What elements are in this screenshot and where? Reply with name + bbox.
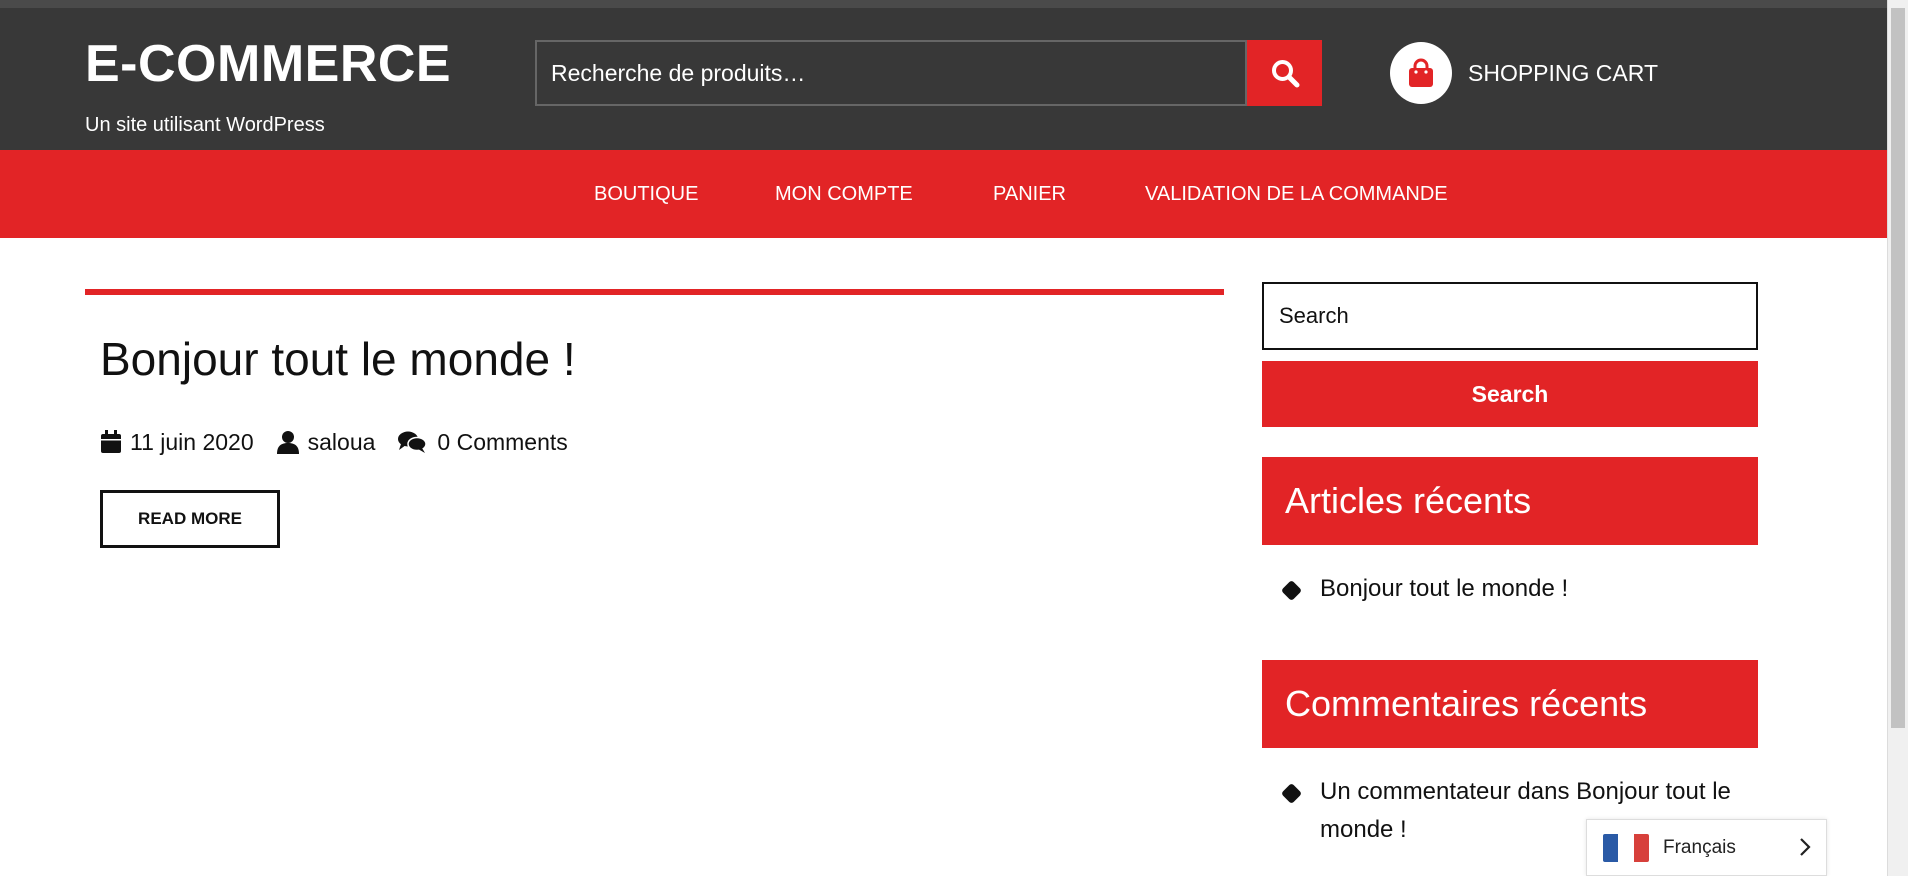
recent-posts-title: Articles récents bbox=[1262, 457, 1758, 545]
calendar-icon bbox=[101, 430, 121, 453]
scrollbar-thumb[interactable] bbox=[1891, 8, 1905, 728]
search-icon bbox=[1271, 60, 1299, 88]
page-scrollbar[interactable] bbox=[1887, 0, 1908, 876]
post-author-text: saloua bbox=[307, 428, 376, 455]
shopping-bag-icon bbox=[1409, 58, 1433, 87]
cart-label: SHOPPING CART bbox=[1468, 59, 1658, 86]
recent-comments-title: Commentaires récents bbox=[1262, 660, 1758, 748]
post-date-text: 11 juin 2020 bbox=[130, 428, 254, 455]
product-search-input[interactable] bbox=[535, 40, 1247, 106]
recent-post-link[interactable]: Bonjour tout le monde ! bbox=[1320, 570, 1734, 608]
cart-badge bbox=[1390, 42, 1452, 104]
chevron-right-icon bbox=[1800, 838, 1811, 856]
post-comments-text: 0 Comments bbox=[437, 428, 568, 455]
product-search-button[interactable] bbox=[1247, 40, 1322, 106]
user-icon bbox=[276, 431, 299, 454]
site-header: E-COMMERCE Un site utilisant WordPress S… bbox=[0, 0, 1887, 150]
recent-post-item: Bonjour tout le monde ! bbox=[1280, 570, 1734, 608]
comments-icon bbox=[398, 431, 428, 453]
nav-item-validation-commande[interactable]: VALIDATION DE LA COMMANDE bbox=[1145, 150, 1448, 238]
site-title[interactable]: E-COMMERCE bbox=[85, 34, 451, 94]
product-search bbox=[535, 40, 1322, 106]
post-author[interactable]: saloua bbox=[276, 428, 376, 456]
france-flag-icon bbox=[1603, 833, 1649, 862]
main-navigation: BOUTIQUE MON COMPTE PANIER VALIDATION DE… bbox=[0, 150, 1887, 238]
sidebar-search-input[interactable] bbox=[1262, 282, 1758, 350]
post-divider bbox=[85, 289, 1224, 295]
read-more-button[interactable]: READ MORE bbox=[100, 490, 280, 548]
shopping-cart-link[interactable]: SHOPPING CART bbox=[1390, 40, 1658, 106]
language-switcher[interactable]: Français bbox=[1586, 819, 1827, 876]
site-tagline: Un site utilisant WordPress bbox=[85, 114, 325, 136]
nav-item-boutique[interactable]: BOUTIQUE bbox=[594, 150, 698, 238]
post-meta: 11 juin 2020 saloua 0 Comments bbox=[100, 425, 568, 459]
nav-item-mon-compte[interactable]: MON COMPTE bbox=[775, 150, 913, 238]
bullet-icon bbox=[1280, 579, 1303, 602]
post-date: 11 juin 2020 bbox=[100, 429, 254, 456]
sidebar-search-button[interactable]: Search bbox=[1262, 361, 1758, 427]
language-label: Français bbox=[1663, 836, 1736, 858]
post-comments[interactable]: 0 Comments bbox=[397, 428, 568, 456]
nav-item-panier[interactable]: PANIER bbox=[993, 150, 1066, 238]
post-title[interactable]: Bonjour tout le monde ! bbox=[100, 332, 576, 386]
bullet-icon bbox=[1280, 782, 1303, 805]
